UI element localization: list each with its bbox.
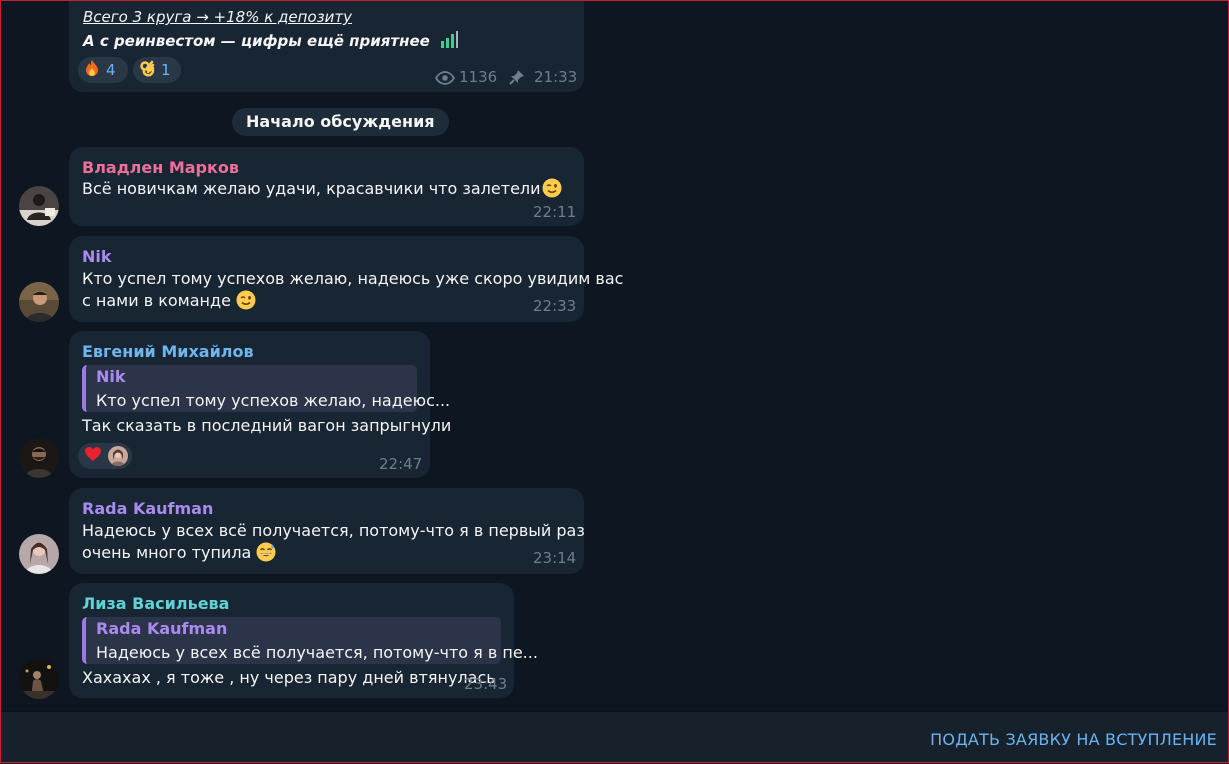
message-author[interactable]: Владлен Марков [82,158,239,177]
reaction-heart[interactable] [78,443,132,469]
message-time: 22:33 [533,297,577,315]
reply-quote-text: Кто успел тому успехов желаю, надеюс... [96,391,451,410]
reactor-avatar [108,446,128,466]
message-author[interactable]: Nik [82,247,112,266]
message-author[interactable]: Rada Kaufman [82,499,213,518]
eye-icon [434,70,456,89]
message-text: Надеюсь у всех всё получается, потому-чт… [82,521,585,540]
message-bubble[interactable]: Владлен Марков Всё новичкам желаю удачи,… [69,147,584,226]
message-text: Хахахах , я тоже , ну через пару дней вт… [82,668,496,687]
message-time: 23:14 [533,549,577,567]
message-text: Так сказать в последний вагон запрыгнули [82,416,452,435]
sweat-smile-emoji-icon [256,542,276,568]
reply-quote-author: Rada Kaufman [96,619,228,638]
message-time: 22:11 [533,203,577,221]
message-text-wrap: с нами в команде [82,290,256,316]
reaction-ok-hand-count: 1 [161,61,171,79]
message-time: 23:43 [464,675,508,693]
wink-emoji-icon [542,178,562,204]
channel-post[interactable]: Всего 3 круга → +18% к депозиту А с реин… [69,0,584,92]
reply-quote[interactable]: Nik Кто успел тому успехов желаю, надеюс… [82,365,450,412]
message-text-wrap: очень много тупила [82,542,276,568]
message-bubble[interactable]: Rada Kaufman Надеюсь у всех всё получает… [69,488,585,574]
bottom-bar: ПОДАТЬ ЗАЯВКУ НА ВСТУПЛЕНИЕ [0,711,1229,764]
reply-quote-text: Надеюсь у всех всё получается, потому-чт… [96,643,538,662]
wink-emoji-icon [236,290,256,316]
avatar[interactable] [19,438,59,478]
avatar[interactable] [19,186,59,226]
message-time: 22:47 [379,455,423,473]
post-line-2: А с реинвестом — цифры ещё приятнее [83,32,430,50]
message-bubble[interactable]: Nik Кто успел тому успехов желаю, надеюс… [69,236,623,322]
reply-quote[interactable]: Rada Kaufman Надеюсь у всех всё получает… [82,617,538,664]
reaction-fire[interactable]: 4 [78,57,128,83]
heart-icon [84,446,102,466]
reaction-ok-hand[interactable]: 1 [133,57,181,83]
avatar[interactable] [19,659,59,699]
message-text: Всё новичкам желаю удачи, красавчики что… [82,179,541,198]
message-bubble[interactable]: Лиза Васильева Rada Kaufman Надеюсь у вс… [69,583,538,698]
message-bubble[interactable]: Евгений Михайлов Nik Кто успел тому успе… [69,331,451,478]
join-request-button[interactable]: ПОДАТЬ ЗАЯВКУ НА ВСТУПЛЕНИЕ [930,730,1217,749]
avatar[interactable] [19,282,59,322]
post-line-2-wrap: А с реинвестом — цифры ещё приятнее [83,31,459,53]
message-text-wrap: Всё новичкам желаю удачи, красавчики что… [82,178,562,204]
message-text: Кто успел тому успехов желаю, надеюсь уж… [82,269,624,288]
message-author[interactable]: Лиза Васильева [82,594,229,613]
pin-icon [509,69,525,89]
reply-quote-author: Nik [96,367,126,386]
message-text: с нами в команде [82,291,231,310]
chart-emoji-icon [439,31,459,53]
ok-hand-icon [139,59,155,81]
message-author[interactable]: Евгений Михайлов [82,342,254,361]
discussion-start-label: Начало обсуждения [232,108,449,136]
fire-icon [84,59,100,81]
avatar[interactable] [19,534,59,574]
reaction-fire-count: 4 [106,61,116,79]
post-line-1: Всего 3 круга → +18% к депозиту [83,8,352,26]
post-views: 1136 [459,68,498,86]
chat-area[interactable]: Всего 3 круга → +18% к депозиту А с реин… [0,0,1229,711]
message-text: очень много тупила [82,543,252,562]
post-time: 21:33 [534,68,578,86]
